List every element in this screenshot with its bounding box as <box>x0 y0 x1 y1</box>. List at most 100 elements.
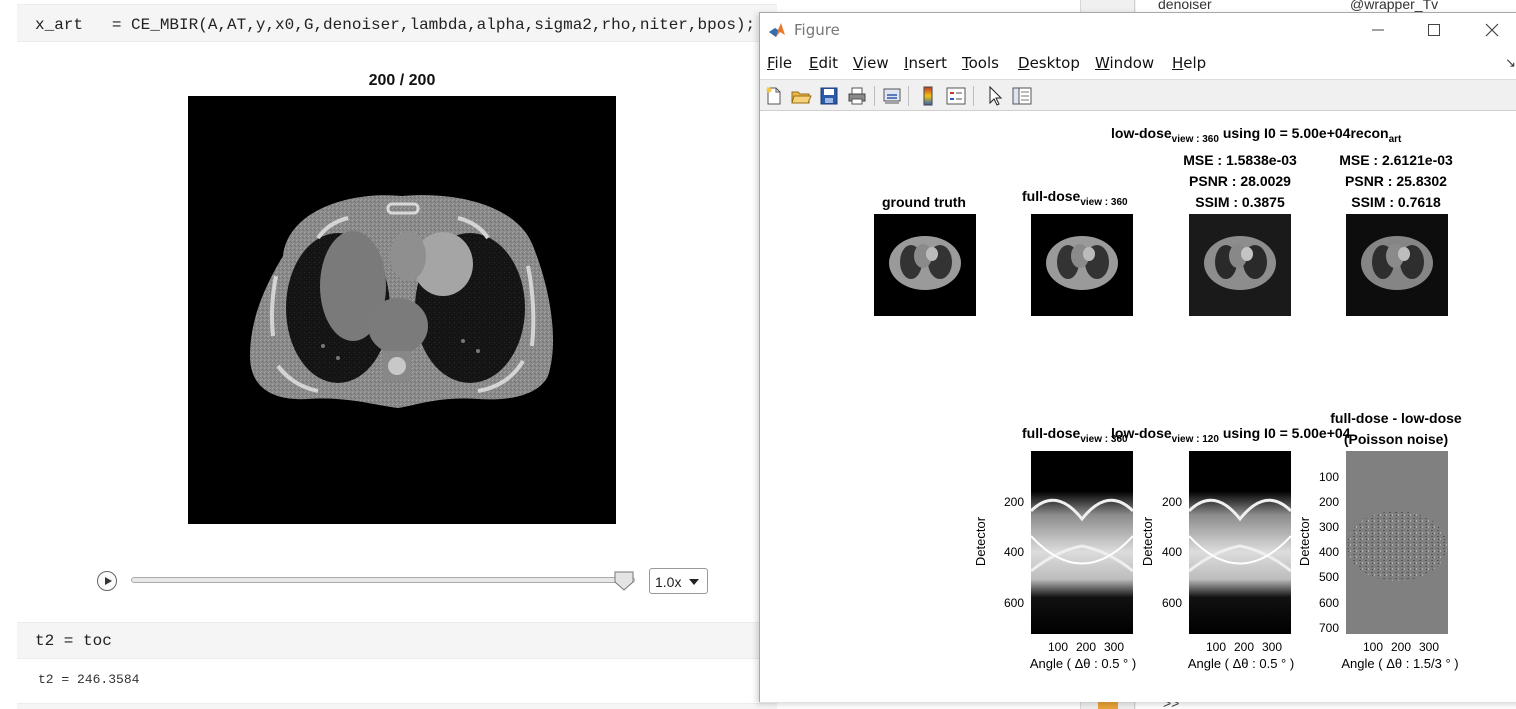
frame-slider-thumb[interactable] <box>613 571 635 591</box>
minimize-button[interactable] <box>1366 19 1390 41</box>
lowdose-thumbnail <box>1189 214 1291 316</box>
menu-desktop[interactable]: Desktop <box>1018 54 1080 72</box>
sino1-xtick: 200 <box>1076 640 1097 654</box>
fulldose-title: full-doseview : 360 <box>1022 188 1128 208</box>
code-line: t2 = toc <box>35 632 112 650</box>
property-inspector-icon[interactable] <box>1011 85 1033 107</box>
lowdose-ssim: SSIM : 0.3875 <box>1195 194 1285 210</box>
open-icon[interactable] <box>790 85 812 107</box>
sino2-ytick: 600 <box>1162 596 1183 610</box>
menu-file[interactable]: File <box>767 54 792 72</box>
sino1-ytick: 200 <box>1004 495 1025 509</box>
pointer-icon[interactable] <box>984 85 1006 107</box>
sino2-ytick: 200 <box>1162 495 1183 509</box>
diff-title-line2: (Poisson noise) <box>1343 431 1449 447</box>
top-super-title: low-doseview : 360 using I0 = 5.00e+04re… <box>1111 125 1402 145</box>
maximize-button[interactable] <box>1422 19 1446 41</box>
sinogram-lowdose-plot <box>1189 451 1291 634</box>
ct-slice-drawing <box>250 195 553 408</box>
close-button[interactable] <box>1480 19 1504 41</box>
menu-window[interactable]: Window <box>1095 54 1154 72</box>
toolbar-separator <box>908 86 909 106</box>
sino3-ytick: 500 <box>1319 570 1340 584</box>
sinogram-fulldose-plot <box>1031 451 1133 634</box>
output-line: t2 = 246.3584 <box>38 672 140 687</box>
fulldose-thumbnail <box>1046 236 1118 290</box>
sino3-xlabel: Angle ( Δθ : 1.5/3 ° ) <box>1341 656 1459 671</box>
new-figure-icon[interactable] <box>763 85 785 107</box>
menu-bar: File Edit View Insert Tools Desktop Wind… <box>760 51 1516 77</box>
recon-mse: MSE : 2.6121e-03 <box>1339 152 1453 168</box>
menu-help[interactable]: Help <box>1172 54 1206 72</box>
save-icon[interactable] <box>818 85 840 107</box>
code-cell-ce-mbir[interactable]: x_art = CE_MBIR(A,AT,y,x0,G,denoiser,lam… <box>17 4 777 42</box>
sino1-ytick: 400 <box>1004 545 1025 559</box>
sino2-ytick: 400 <box>1162 545 1183 559</box>
playback-speed-value: 1.0x <box>655 574 682 590</box>
sino3-xtick: 100 <box>1363 640 1384 654</box>
sino3-xtick: 300 <box>1419 640 1440 654</box>
sino2-xtick: 300 <box>1262 640 1283 654</box>
lowdose-psnr: PSNR : 28.0029 <box>1189 173 1291 189</box>
recon-ssim: SSIM : 0.7618 <box>1351 194 1441 210</box>
code-cell-next[interactable] <box>17 703 777 709</box>
window-titlebar[interactable]: Figure <box>760 13 1516 47</box>
ground-truth-image <box>874 214 976 316</box>
sino2-ylabel: Detector <box>1140 516 1156 567</box>
sino3-ylabel: Detector <box>1297 516 1313 567</box>
link-icon[interactable] <box>881 85 903 107</box>
ground-truth-thumbnail <box>889 236 961 290</box>
diff-title-line1: full-dose - low-dose <box>1330 410 1462 426</box>
sino3-ytick: 300 <box>1319 520 1340 534</box>
sinogram-fulldose <box>1031 451 1133 634</box>
sino3-ytick: 400 <box>1319 545 1340 559</box>
window-title: Figure <box>794 21 840 39</box>
recon-image <box>1346 214 1448 316</box>
play-button[interactable] <box>97 571 117 591</box>
code-line: x_art = CE_MBIR(A,AT,y,x0,G,denoiser,lam… <box>35 16 756 34</box>
figure-canvas[interactable]: low-doseview : 360 using I0 = 5.00e+04re… <box>760 112 1516 702</box>
sino3-ytick: 700 <box>1319 621 1340 635</box>
menu-tools[interactable]: Tools <box>962 54 999 72</box>
undock-arrow-icon[interactable]: ↘ <box>1505 55 1516 71</box>
ct-reconstruction-image <box>188 96 616 524</box>
ground-truth-title: ground truth <box>882 194 966 210</box>
sino3-xtick: 200 <box>1391 640 1412 654</box>
chevron-down-icon <box>689 579 699 585</box>
sinogram-difference-plot <box>1346 451 1448 634</box>
toolbar-separator <box>874 86 875 106</box>
workspace-var-name[interactable]: denoiser <box>1158 0 1212 12</box>
frame-slider-track[interactable] <box>131 577 635 583</box>
sino-lowdose-title: low-doseview : 120 using I0 = 5.00e+04 <box>1111 425 1351 445</box>
sino2-xtick: 100 <box>1206 640 1227 654</box>
sino1-xtick: 300 <box>1104 640 1125 654</box>
sino3-ytick: 600 <box>1319 596 1340 610</box>
animation-frame-title: 200 / 200 <box>368 72 436 89</box>
menu-view[interactable]: View <box>853 54 889 72</box>
toolbar-separator <box>973 86 974 106</box>
legend-icon[interactable] <box>945 85 967 107</box>
sino2-xtick: 200 <box>1234 640 1255 654</box>
recon-thumbnail <box>1346 214 1448 316</box>
matlab-icon <box>769 23 785 37</box>
sino2-xlabel: Angle ( Δθ : 0.5 ° ) <box>1187 656 1295 671</box>
figure-window[interactable]: Figure File Edit View Insert Tools Deskt… <box>759 12 1516 702</box>
sino1-xtick: 100 <box>1048 640 1069 654</box>
code-cell-toc[interactable]: t2 = toc <box>17 622 777 659</box>
sino1-ytick: 600 <box>1004 596 1025 610</box>
sinogram-lowdose <box>1189 451 1291 634</box>
menu-edit[interactable]: Edit <box>809 54 838 72</box>
sino3-ytick: 200 <box>1319 495 1340 509</box>
lowdose-image <box>1189 214 1291 316</box>
sino1-xlabel: Angle ( Δθ : 0.5 ° ) <box>1029 656 1137 671</box>
sinogram-difference <box>1346 451 1448 634</box>
fulldose-image <box>1031 214 1133 316</box>
colorbar-icon[interactable] <box>917 85 939 107</box>
sino3-ytick: 100 <box>1319 470 1340 484</box>
lowdose-mse: MSE : 1.5838e-03 <box>1183 152 1297 168</box>
menu-insert[interactable]: Insert <box>904 54 947 72</box>
workspace-var-value: @wrapper_Tv <box>1350 0 1439 12</box>
recon-psnr: PSNR : 25.8302 <box>1345 173 1447 189</box>
print-icon[interactable] <box>846 85 868 107</box>
playback-speed-select[interactable]: 1.0x <box>649 568 708 594</box>
